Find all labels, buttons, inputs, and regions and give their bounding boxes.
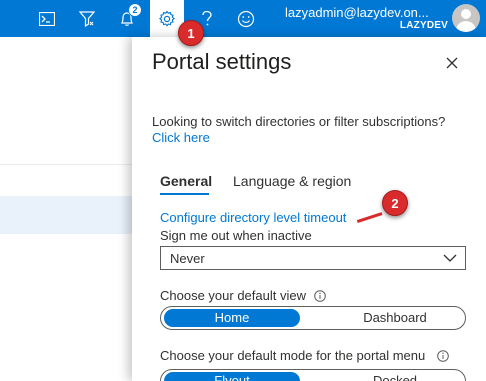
panel-title: Portal settings [152, 49, 292, 74]
annotation-marker-1: 1 [178, 20, 204, 46]
default-view-toggle: Home Dashboard [160, 306, 466, 330]
avatar-body [456, 21, 476, 32]
background-divider [0, 164, 132, 165]
default-view-dashboard-option[interactable]: Dashboard [327, 309, 463, 327]
avatar[interactable] [452, 4, 480, 32]
default-mode-label: Choose your default mode for the portal … [160, 348, 426, 363]
switch-directories-text: Looking to switch directories or filter … [152, 114, 446, 129]
sign-out-dropdown[interactable]: Never [160, 246, 466, 270]
notification-count-badge: 2 [128, 3, 142, 17]
background-selected-row [0, 196, 132, 234]
cloud-shell-icon[interactable] [30, 0, 64, 37]
notifications-icon[interactable]: 2 [110, 0, 144, 37]
avatar-head [461, 9, 471, 19]
chevron-down-icon [443, 254, 457, 262]
default-mode-flyout-option[interactable]: Flyout [164, 372, 300, 381]
default-view-home-option[interactable]: Home [164, 309, 300, 327]
directory-filter-icon[interactable] [70, 0, 104, 37]
tab-language-region[interactable]: Language & region [233, 173, 351, 189]
default-view-label-text: Choose your default view [160, 288, 306, 303]
sign-out-value: Never [170, 251, 205, 266]
annotation-marker-2: 2 [382, 190, 408, 216]
default-mode-docked-option[interactable]: Docked [327, 372, 463, 381]
configure-timeout-link[interactable]: Configure directory level timeout [160, 210, 346, 225]
tab-general[interactable]: General [160, 173, 212, 189]
tab-general-underline [160, 193, 209, 195]
top-bar: 2 lazyadmin@lazydev.on... LAZYDEV [0, 0, 486, 37]
info-icon[interactable] [314, 290, 326, 302]
close-icon [446, 57, 458, 69]
tenant-name[interactable]: LAZYDEV [400, 20, 448, 31]
click-here-link[interactable]: Click here [152, 130, 210, 145]
default-view-label: Choose your default view [160, 288, 306, 303]
portal-settings-panel: Portal settings Looking to switch direct… [132, 37, 486, 381]
account-name[interactable]: lazyadmin@lazydev.on... [285, 5, 429, 20]
close-button[interactable] [440, 51, 464, 75]
sign-out-label: Sign me out when inactive [160, 228, 312, 243]
info-icon[interactable] [437, 350, 449, 362]
feedback-icon[interactable] [229, 0, 263, 37]
default-mode-toggle: Flyout Docked [160, 369, 466, 381]
